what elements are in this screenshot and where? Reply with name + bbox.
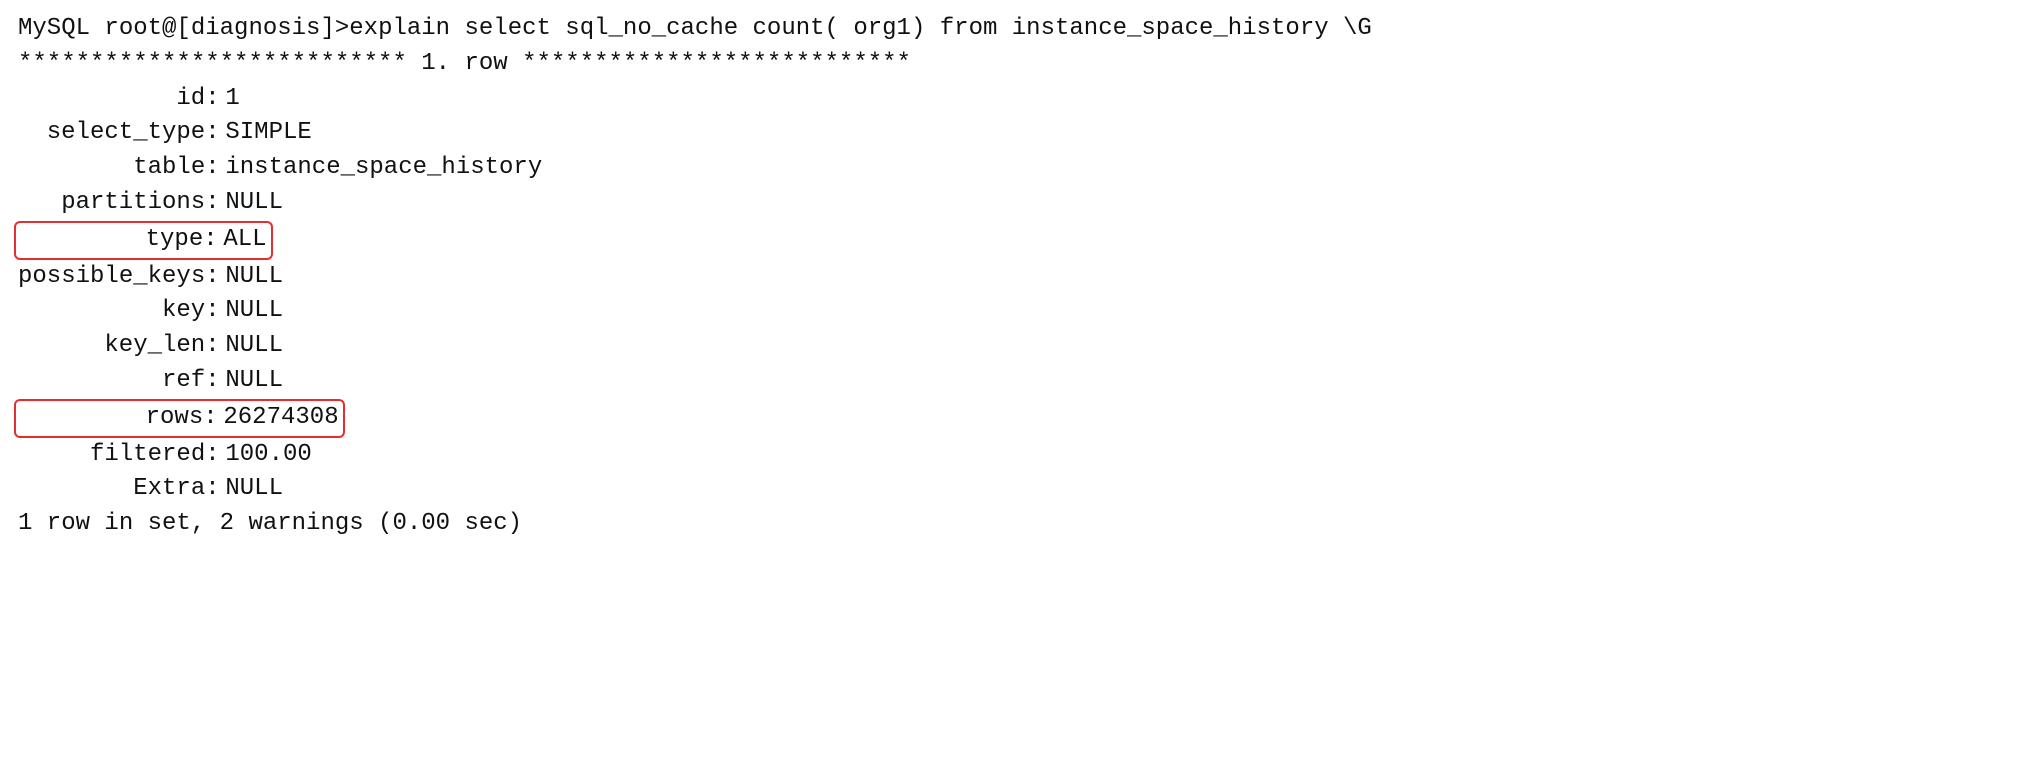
- field-sep: :: [203, 223, 223, 258]
- result-footer: 1 row in set, 2 warnings (0.00 sec): [18, 507, 2008, 542]
- field-label: table: [18, 151, 205, 186]
- field-sep: :: [205, 472, 225, 507]
- field-label: rows: [20, 401, 203, 436]
- sql-command: explain select sql_no_cache count( org1)…: [349, 15, 1372, 42]
- field-label: ref: [18, 364, 205, 399]
- field-rows-row: rows: 26274308: [18, 399, 2008, 438]
- field-value: 1: [225, 82, 239, 117]
- field-type-row: type: ALL: [18, 221, 2008, 260]
- field-label: key_len: [18, 329, 205, 364]
- field-value: instance_space_history: [225, 151, 542, 186]
- field-sep: :: [205, 116, 225, 151]
- field-sep: :: [205, 186, 225, 221]
- field-label: possible_keys: [18, 260, 205, 295]
- field-ref: ref: NULL: [18, 364, 2008, 399]
- field-sep: :: [205, 364, 225, 399]
- field-select-type: select_type: SIMPLE: [18, 116, 2008, 151]
- highlight-box: type: ALL: [14, 221, 273, 260]
- command-line[interactable]: MySQL root@[diagnosis]>explain select sq…: [18, 12, 2008, 47]
- field-filtered: filtered: 100.00: [18, 438, 2008, 473]
- field-label: key: [18, 294, 205, 329]
- highlight-box: rows: 26274308: [14, 399, 345, 438]
- field-value: NULL: [225, 472, 283, 507]
- field-label: select_type: [18, 116, 205, 151]
- field-sep: :: [205, 82, 225, 117]
- field-value: NULL: [225, 294, 283, 329]
- field-sep: :: [205, 438, 225, 473]
- field-value: NULL: [225, 364, 283, 399]
- field-sep: :: [205, 329, 225, 364]
- field-label: id: [18, 82, 205, 117]
- field-value: NULL: [225, 329, 283, 364]
- field-table: table: instance_space_history: [18, 151, 2008, 186]
- field-sep: :: [205, 260, 225, 295]
- row-header: *************************** 1. row *****…: [18, 47, 2008, 82]
- field-partitions: partitions: NULL: [18, 186, 2008, 221]
- field-value: NULL: [225, 260, 283, 295]
- field-value: SIMPLE: [225, 116, 311, 151]
- field-value: 100.00: [225, 438, 311, 473]
- field-sep: :: [205, 151, 225, 186]
- field-id: id: 1: [18, 82, 2008, 117]
- field-extra: Extra: NULL: [18, 472, 2008, 507]
- field-sep: :: [205, 294, 225, 329]
- field-value: ALL: [223, 223, 266, 258]
- field-sep: :: [203, 401, 223, 436]
- field-possible-keys: possible_keys: NULL: [18, 260, 2008, 295]
- field-label: filtered: [18, 438, 205, 473]
- field-value: NULL: [225, 186, 283, 221]
- field-label: partitions: [18, 186, 205, 221]
- field-label: type: [20, 223, 203, 258]
- field-value: 26274308: [223, 401, 338, 436]
- field-key-len: key_len: NULL: [18, 329, 2008, 364]
- field-key: key: NULL: [18, 294, 2008, 329]
- field-label: Extra: [18, 472, 205, 507]
- prompt: MySQL root@[diagnosis]>: [18, 15, 349, 42]
